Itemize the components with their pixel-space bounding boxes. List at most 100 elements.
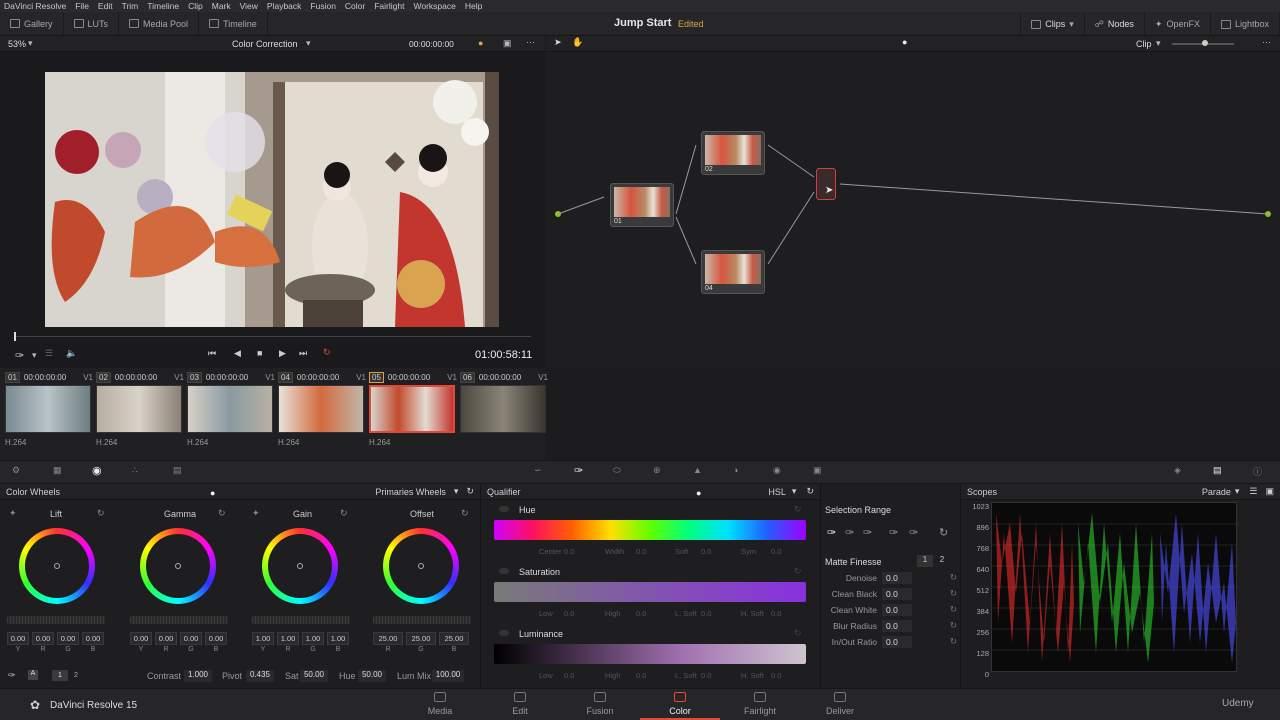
hue-bar[interactable] — [494, 520, 806, 540]
lum-mix-field[interactable]: 100.00 — [432, 670, 464, 682]
gamma-wheel[interactable] — [140, 528, 216, 604]
node-zoom-handle[interactable] — [1202, 40, 1208, 46]
eyedropper-icon[interactable]: ✑ — [15, 349, 24, 362]
scrub-bar[interactable] — [15, 336, 531, 337]
gamma-value-field[interactable]: 0.00 — [205, 632, 227, 645]
layers-icon[interactable]: ☰ — [45, 348, 53, 359]
lift-value-field[interactable]: 0.00 — [32, 632, 54, 645]
page-media[interactable]: Media — [400, 688, 480, 720]
gain-picker-icon[interactable]: ✦ — [252, 508, 260, 519]
gamma-reset-icon[interactable]: ↻ — [218, 508, 226, 519]
skip-start-icon[interactable]: ⏮ — [208, 348, 216, 359]
saturation-param-value[interactable]: 0.0 — [636, 609, 646, 618]
color-picker-icon[interactable]: ● — [478, 38, 483, 48]
picker-minus-icon[interactable]: ✑ — [845, 526, 854, 539]
clean-white-field[interactable]: 0.0 — [882, 603, 912, 616]
openfx-button[interactable]: ✦ OpenFX — [1145, 12, 1211, 36]
clip-01[interactable]: 01 00:00:00:00 V1 H.264 — [5, 372, 93, 452]
scopes-icon[interactable]: ▤ — [1213, 465, 1222, 476]
node-scope-select[interactable]: Clip — [1136, 39, 1152, 49]
feather-plus-icon[interactable]: ✑ — [909, 526, 918, 539]
scope-mode-select[interactable]: Parade — [1202, 487, 1231, 497]
more-options-icon[interactable]: ⋯ — [1262, 37, 1271, 48]
saturation-param-value[interactable]: 0.0 — [771, 609, 781, 618]
3d-icon[interactable]: ◈ — [1174, 465, 1181, 476]
gamma-master-slider[interactable] — [130, 616, 228, 624]
page-color[interactable]: Color — [640, 688, 720, 720]
pivot-field[interactable]: 0.435 — [246, 670, 274, 682]
offset-value-field[interactable]: 25.00 — [406, 632, 436, 645]
reset-icon[interactable]: ↻ — [950, 572, 957, 583]
clip-thumbnail[interactable] — [5, 385, 91, 433]
clip-thumbnail[interactable] — [369, 385, 455, 433]
luts-button[interactable]: LUTs — [64, 11, 120, 36]
auto-button[interactable]: A — [28, 670, 38, 680]
hue-param-value[interactable]: 0.0 — [771, 547, 781, 556]
media-pool-button[interactable]: Media Pool — [119, 11, 200, 36]
lift-value-field[interactable]: 0.00 — [82, 632, 104, 645]
lift-wheel-center[interactable] — [54, 563, 60, 569]
clip-03[interactable]: 03 00:00:00:00 V1 H.264 — [187, 372, 275, 452]
menu-item-fairlight[interactable]: Fairlight — [374, 1, 404, 11]
lift-reset-icon[interactable]: ↻ — [97, 508, 105, 519]
lift-wheel[interactable] — [19, 528, 95, 604]
menu-item-mark[interactable]: Mark — [212, 1, 231, 11]
lift-picker-icon[interactable]: ✦ — [9, 508, 17, 519]
reset-icon[interactable]: ↻ — [806, 486, 814, 497]
saturation-bar[interactable] — [494, 582, 806, 602]
luminance-param-value[interactable]: 0.0 — [701, 671, 711, 680]
matte-page-1[interactable]: 1 — [917, 555, 933, 567]
hue-param-value[interactable]: 0.0 — [564, 547, 574, 556]
in-out-ratio-field[interactable]: 0.0 — [882, 635, 912, 648]
primaries-page-1[interactable]: 1 — [52, 670, 68, 681]
skip-end-icon[interactable]: ⏭ — [299, 348, 307, 359]
menu-item-view[interactable]: View — [240, 1, 258, 11]
hue-param-value[interactable]: 0.0 — [636, 547, 646, 556]
menu-item-davinci-resolve[interactable]: DaVinci Resolve — [4, 1, 66, 11]
reset-icon[interactable]: ↻ — [950, 604, 957, 615]
hue-toggle[interactable] — [499, 506, 509, 512]
gain-wheel[interactable] — [262, 528, 338, 604]
picker-plus-icon[interactable]: ✑ — [863, 526, 872, 539]
magic-mask-icon[interactable]: ▲ — [693, 465, 702, 475]
luminance-param-value[interactable]: 0.0 — [636, 671, 646, 680]
hue-param-value[interactable]: 0.0 — [701, 547, 711, 556]
page-deliver[interactable]: Deliver — [800, 688, 880, 720]
node-04[interactable]: 04 — [701, 250, 765, 294]
blur-radius-field[interactable]: 0.0 — [882, 619, 912, 632]
curves-icon[interactable]: ∽ — [534, 465, 542, 476]
window-icon[interactable]: ⬭ — [613, 465, 621, 476]
zoom-select[interactable]: 53% — [8, 39, 26, 49]
offset-value-field[interactable]: 25.00 — [373, 632, 403, 645]
rgb-mixer-icon[interactable]: ∴ — [132, 465, 138, 476]
clip-06[interactable]: 06 00:00:00:00 V1 — [460, 372, 548, 452]
speaker-icon[interactable]: 🔈 — [66, 348, 77, 359]
play-icon[interactable]: ▶ — [279, 348, 286, 359]
fullscreen-icon[interactable]: ▣ — [503, 38, 512, 49]
clip-thumbnail[interactable] — [96, 385, 182, 433]
scope-settings-icon[interactable]: ☰ — [1249, 486, 1257, 497]
play-reverse-icon[interactable]: ◀ — [234, 348, 241, 359]
tracker-icon[interactable]: ⊕ — [653, 465, 661, 476]
menu-item-workspace[interactable]: Workspace — [413, 1, 455, 11]
lightbox-button[interactable]: Lightbox — [1211, 12, 1280, 36]
menu-item-timeline[interactable]: Timeline — [147, 1, 179, 11]
gain-reset-icon[interactable]: ↻ — [340, 508, 348, 519]
saturation-toggle[interactable] — [499, 568, 509, 574]
saturation-param-value[interactable]: 0.0 — [564, 609, 574, 618]
reset-icon[interactable]: ↻ — [794, 566, 802, 577]
viewer-mode-select[interactable]: Color Correction — [232, 39, 298, 49]
feather-minus-icon[interactable]: ✑ — [889, 526, 898, 539]
luminance-param-value[interactable]: 0.0 — [771, 671, 781, 680]
denoise-field[interactable]: 0.0 — [882, 571, 912, 584]
clip-thumbnail[interactable] — [278, 385, 364, 433]
reset-icon[interactable]: ↻ — [794, 628, 802, 639]
primaries-mode-select[interactable]: Primaries Wheels — [375, 487, 446, 497]
gamma-value-field[interactable]: 0.00 — [180, 632, 202, 645]
camera-raw-icon[interactable]: ⚙ — [12, 465, 20, 476]
menu-item-file[interactable]: File — [75, 1, 89, 11]
clip-04[interactable]: 04 00:00:00:00 V1 H.264 — [278, 372, 366, 452]
gain-wheel-center[interactable] — [297, 563, 303, 569]
saturation-param-value[interactable]: 0.0 — [701, 609, 711, 618]
primaries-page-2[interactable]: 2 — [70, 670, 82, 681]
